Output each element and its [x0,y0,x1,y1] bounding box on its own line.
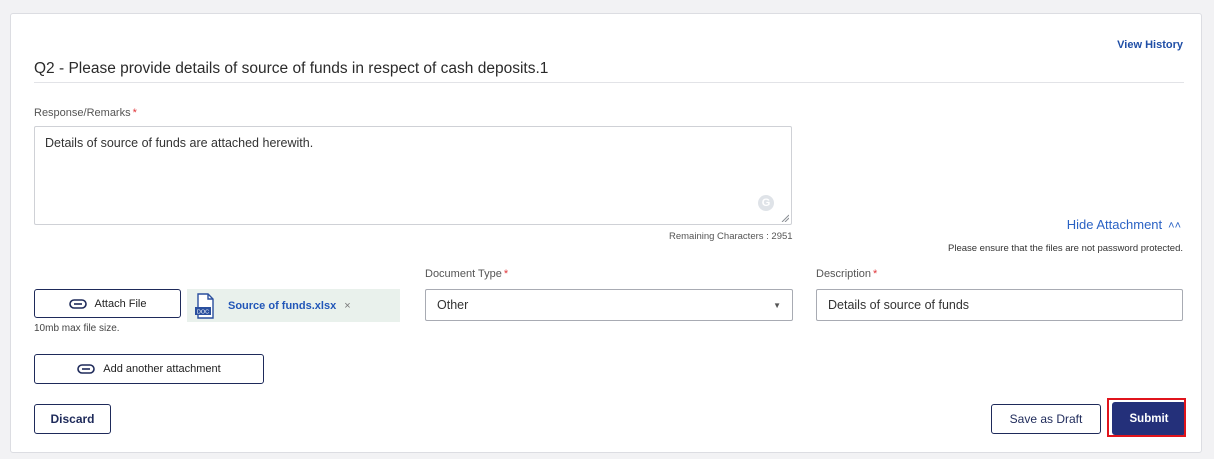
svg-text:DOC: DOC [197,309,209,315]
resize-grip-icon[interactable] [781,214,789,222]
view-history-link[interactable]: View History [1117,39,1183,51]
remove-file-icon[interactable]: × [344,300,350,312]
required-asterisk: * [132,107,137,119]
save-as-draft-button[interactable]: Save as Draft [991,404,1101,434]
max-file-size-note: 10mb max file size. [34,323,120,334]
required-asterisk: * [503,268,509,280]
grammar-assistant-icon[interactable]: G [758,195,774,211]
attached-file-name[interactable]: Source of funds.xlsx [228,300,336,312]
hide-attachment-toggle[interactable]: Hide Attachment ˄˄ [1067,217,1181,232]
add-another-attachment-button[interactable]: Add another attachment [34,354,264,384]
document-type-label: Document Type * [425,268,509,280]
header-divider [34,82,1184,83]
description-label: Description * [816,268,878,280]
attach-file-button[interactable]: Attach File [34,289,181,318]
chevron-up-double-icon: ˄˄ [1168,220,1181,232]
required-asterisk: * [873,268,878,280]
submit-highlight-box [1107,398,1186,437]
question-title: Q2 - Please provide details of source of… [34,60,549,77]
attached-file-chip: DOC Source of funds.xlsx × [187,289,400,322]
document-type-select[interactable]: Other ▼ [425,289,793,321]
discard-button[interactable]: Discard [34,404,111,434]
paperclip-icon [77,364,96,374]
response-remarks-textarea[interactable]: Details of source of funds are attached … [34,126,792,225]
paperclip-icon [68,298,87,309]
document-file-icon: DOC [195,292,214,319]
password-note: Please ensure that the files are not pas… [948,243,1183,254]
remaining-characters: Remaining Characters : 2951 [669,231,793,242]
caret-down-icon: ▼ [773,300,781,310]
description-input[interactable] [816,289,1183,321]
response-label: Response/Remarks * [34,107,137,119]
question-card: Q2 - Please provide details of source of… [10,13,1202,453]
